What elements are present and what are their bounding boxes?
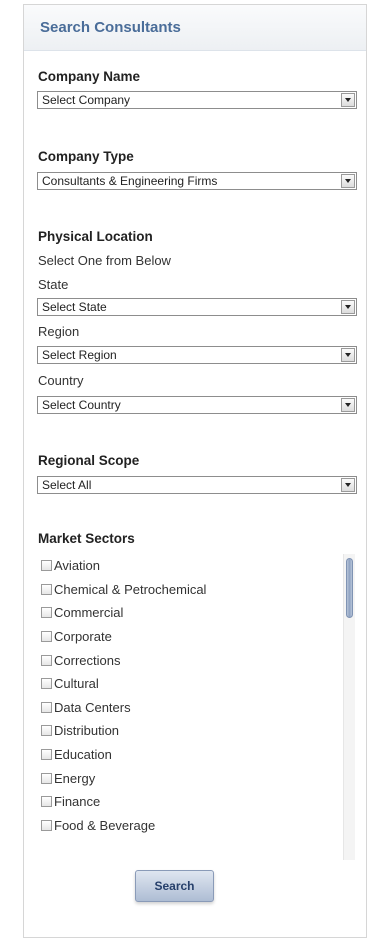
sector-item[interactable]: Food & Beverage	[37, 814, 355, 838]
sector-label: Data Centers	[54, 699, 131, 715]
panel-title: Search Consultants	[40, 19, 181, 36]
chevron-down-icon[interactable]	[341, 300, 355, 314]
sector-item[interactable]: Distribution	[37, 719, 355, 743]
scrollbar-thumb[interactable]	[346, 558, 353, 618]
state-select-value: Select State	[42, 300, 107, 314]
sector-item[interactable]: Energy	[37, 766, 355, 790]
regional-scope-heading: Regional Scope	[38, 453, 140, 468]
company-type-select-value: Consultants & Engineering Firms	[42, 174, 218, 188]
sector-checkbox[interactable]	[41, 607, 52, 619]
sector-checkbox[interactable]	[41, 631, 52, 643]
state-select[interactable]: Select State	[37, 298, 357, 316]
sector-label: Corrections	[54, 652, 121, 668]
chevron-down-icon[interactable]	[341, 348, 355, 362]
sector-checkbox[interactable]	[41, 560, 52, 572]
company-name-heading: Company Name	[38, 69, 141, 84]
sector-item[interactable]: Aviation	[37, 554, 355, 578]
sector-checkbox[interactable]	[41, 749, 52, 761]
sector-checkbox[interactable]	[41, 583, 52, 595]
physical-location-heading: Physical Location	[38, 229, 153, 244]
sector-label: Education	[54, 747, 112, 763]
company-type-select[interactable]: Consultants & Engineering Firms	[37, 172, 357, 190]
sector-checkbox[interactable]	[41, 819, 52, 831]
sector-item[interactable]: Corporate	[37, 625, 355, 649]
sector-item[interactable]: Chemical & Petrochemical	[37, 578, 355, 602]
sector-label: Commercial	[54, 605, 124, 621]
sector-item[interactable]: Data Centers	[37, 696, 355, 720]
sector-checkbox[interactable]	[41, 796, 52, 808]
sector-item[interactable]: Commercial	[37, 601, 355, 625]
company-name-select-value: Select Company	[42, 93, 131, 107]
panel-header: Search Consultants	[24, 5, 366, 51]
company-name-select[interactable]: Select Company	[37, 91, 357, 109]
regional-scope-select[interactable]: Select All	[37, 476, 357, 494]
sector-checkbox[interactable]	[41, 772, 52, 784]
sector-item[interactable]: Finance	[37, 790, 355, 814]
market-sectors-list: Aviation Chemical & Petrochemical Commerci…	[37, 554, 355, 837]
market-sectors-heading: Market Sectors	[38, 531, 135, 546]
sector-checkbox[interactable]	[41, 654, 52, 666]
sector-item[interactable]: Corrections	[37, 648, 355, 672]
sector-checkbox[interactable]	[41, 701, 52, 713]
location-instruction: Select One from Below	[38, 253, 171, 268]
search-button[interactable]: Search	[135, 870, 214, 902]
region-select[interactable]: Select Region	[37, 346, 357, 364]
sector-label: Energy	[54, 770, 96, 786]
sector-item[interactable]: Cultural	[37, 672, 355, 696]
sector-label: Corporate	[54, 629, 112, 645]
chevron-down-icon[interactable]	[341, 93, 355, 107]
country-label: Country	[38, 373, 84, 388]
sector-checkbox[interactable]	[41, 725, 52, 737]
regional-scope-select-value: Select All	[42, 478, 92, 492]
region-select-value: Select Region	[42, 348, 117, 362]
market-sectors-scrollbar[interactable]	[343, 554, 355, 860]
sector-item[interactable]: Education	[37, 743, 355, 767]
chevron-down-icon[interactable]	[341, 478, 355, 492]
sector-label: Chemical & Petrochemical	[54, 581, 207, 597]
region-label: Region	[38, 324, 80, 339]
sector-label: Aviation	[54, 558, 101, 574]
sector-label: Cultural	[54, 676, 99, 692]
country-select-value: Select Country	[42, 398, 121, 412]
country-select[interactable]: Select Country	[37, 396, 357, 414]
state-label: State	[38, 277, 69, 292]
sector-label: Food & Beverage	[54, 817, 156, 833]
market-sectors-list-box: Aviation Chemical & Petrochemical Commerci…	[37, 554, 355, 860]
sector-label: Finance	[54, 794, 101, 810]
sector-checkbox[interactable]	[41, 678, 52, 690]
sector-label: Distribution	[54, 723, 120, 739]
chevron-down-icon[interactable]	[341, 398, 355, 412]
company-type-heading: Company Type	[38, 149, 134, 164]
chevron-down-icon[interactable]	[341, 174, 355, 188]
